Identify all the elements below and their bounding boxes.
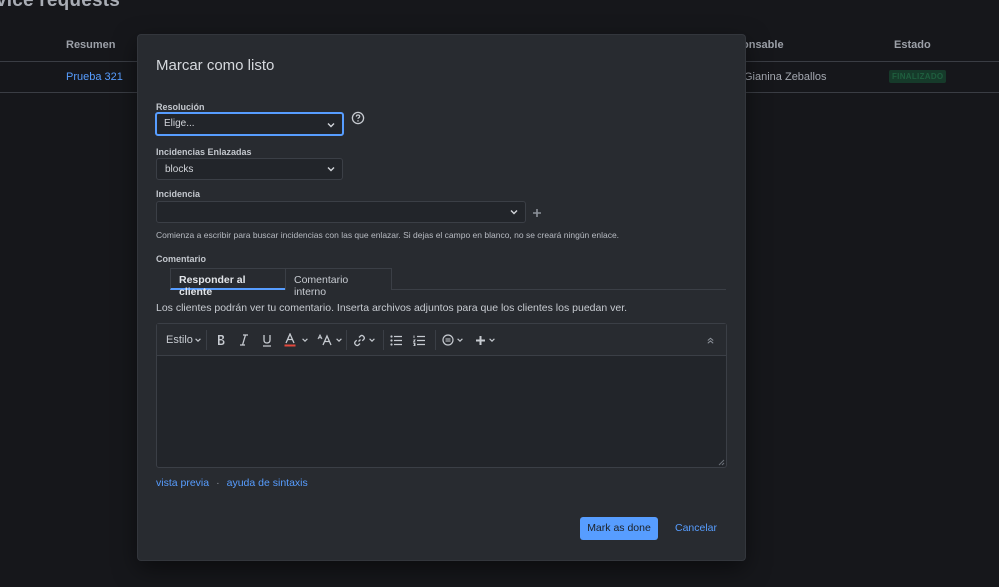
status-badge: FINALIZADO [889, 70, 947, 83]
comment-visibility-info: Los clientes podrán ver tu comentario. I… [156, 302, 628, 314]
bold-button[interactable] [216, 333, 226, 347]
linked-issues-select-value: blocks [165, 164, 194, 175]
resolution-select-value: Elige... [164, 118, 195, 129]
italic-button[interactable] [239, 333, 249, 347]
syntax-help-link[interactable]: ayuda de sintaxis [227, 477, 308, 489]
issue-label: Incidencia [156, 189, 201, 199]
chevron-down-icon [195, 338, 201, 342]
link-icon [354, 334, 365, 346]
bold-icon [218, 335, 225, 345]
toolbar-divider [435, 330, 436, 350]
italic-icon [240, 334, 248, 346]
issue-hint-text: Comienza a escribir para buscar incidenc… [156, 230, 620, 240]
add-issue-plus-icon[interactable] [531, 207, 543, 219]
underline-button[interactable] [262, 333, 272, 347]
insert-more-button[interactable] [475, 333, 496, 347]
chevron-down-icon [457, 338, 463, 342]
resolution-label: Resolución [156, 102, 205, 112]
bullet-list-icon [390, 334, 402, 346]
column-header-status[interactable]: Estado [894, 39, 931, 51]
numbered-list-button[interactable] [413, 333, 426, 347]
toolbar-divider [383, 330, 384, 350]
comment-label: Comentario [156, 254, 207, 264]
tab-internal-comment[interactable]: Comentario interno [285, 268, 392, 298]
text-color-icon [284, 333, 296, 347]
chevron-down-icon [510, 210, 518, 215]
emoji-button[interactable] [442, 333, 464, 347]
chevron-down-icon [327, 123, 335, 128]
editor-toolbar: Estilo [157, 324, 726, 356]
text-color-button[interactable] [284, 333, 309, 347]
issue-select[interactable] [156, 201, 526, 223]
column-header-summary[interactable]: Resumen [66, 39, 116, 51]
link-button[interactable] [353, 333, 376, 347]
page-title: vice requests [0, 0, 121, 11]
chevron-down-icon [327, 167, 335, 172]
chevron-down-icon [336, 338, 342, 342]
text-size-icon [317, 334, 332, 346]
toolbar-divider [346, 330, 347, 350]
mark-as-done-button[interactable]: Mark as done [580, 517, 658, 540]
preview-link[interactable]: vista previa [156, 477, 209, 489]
emoji-icon [442, 334, 454, 346]
editor-links: vista previa · ayuda de sintaxis [156, 477, 308, 489]
resize-handle-icon[interactable] [718, 459, 725, 466]
text-style-label: Estilo [166, 334, 193, 346]
toolbar-divider [206, 330, 207, 350]
chevron-down-icon [369, 338, 375, 342]
request-summary-link[interactable]: Prueba 321 [66, 71, 123, 83]
chevron-down-icon [302, 338, 308, 342]
linked-issues-label: Incidencias Enlazadas [156, 147, 252, 157]
mark-done-dialog: Marcar como listo Resolución Elige... In… [138, 35, 745, 560]
chevron-down-icon [489, 338, 495, 342]
collapse-icon [707, 337, 714, 344]
cancel-button[interactable]: Cancelar [675, 517, 717, 540]
dialog-title: Marcar como listo [156, 57, 275, 74]
link-separator: · [216, 477, 220, 489]
collapse-toolbar-button[interactable] [706, 333, 715, 347]
plus-icon [476, 335, 485, 345]
request-owner: Gianina Zeballos [744, 71, 827, 83]
resolution-select[interactable]: Elige... [155, 112, 344, 136]
numbered-list-icon [413, 335, 425, 346]
linked-issues-select[interactable]: blocks [156, 158, 343, 180]
text-size-button[interactable] [317, 333, 343, 347]
help-icon[interactable] [351, 111, 365, 125]
comment-editor[interactable]: Estilo [156, 323, 727, 468]
underline-icon [263, 334, 271, 347]
bullet-list-button[interactable] [390, 333, 403, 347]
comment-tabs: Responder al cliente Comentario interno [170, 268, 726, 298]
column-header-owner[interactable]: onsable [742, 39, 784, 51]
text-style-dropdown[interactable]: Estilo [166, 333, 202, 347]
tab-reply-customer[interactable]: Responder al cliente [170, 268, 286, 298]
